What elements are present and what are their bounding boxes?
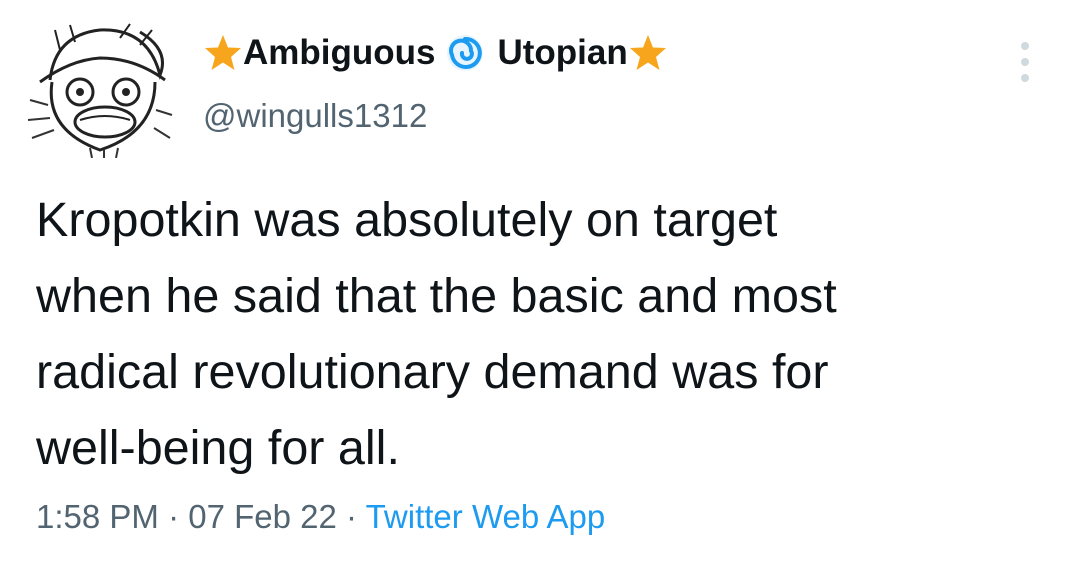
star-emoji-icon [203,33,243,73]
swirl-emoji-icon [445,33,485,73]
tweet-text: Kropotkin was absolutely on target when … [36,193,837,475]
display-name-part2: Utopian [497,33,628,72]
star-emoji-icon [628,33,668,73]
display-name[interactable]: Ambiguous Utopian [203,33,668,73]
tweet-meta: 1:58 PM · 07 Feb 22 · Twitter Web App [36,498,605,536]
more-options-icon[interactable] [1015,40,1035,84]
tweet-date[interactable]: 07 Feb 22 [188,498,337,535]
tweet-time[interactable]: 1:58 PM [36,498,159,535]
meta-separator: · [158,498,189,535]
avatar[interactable] [20,20,180,159]
user-handle[interactable]: @wingulls1312 [203,97,427,135]
meta-separator: · [336,498,366,535]
tweet-source-link[interactable]: Twitter Web App [366,498,606,535]
cartoon-face-avatar-icon [27,23,173,159]
display-name-part1: Ambiguous [243,33,436,72]
